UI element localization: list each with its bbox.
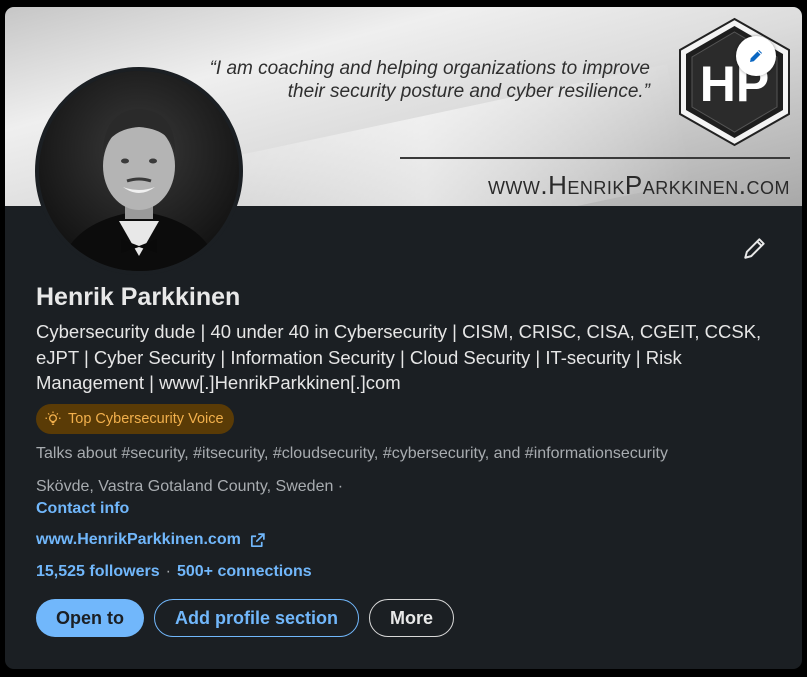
banner-divider	[400, 157, 790, 159]
website-label: www.HenrikParkkinen.com	[36, 531, 241, 548]
connections-link[interactable]: 500+ connections	[177, 563, 312, 581]
avatar-photo	[39, 71, 239, 271]
banner-quote-line1: “I am coaching and helping organizations…	[209, 58, 650, 79]
top-voice-badge[interactable]: Top Cybersecurity Voice	[36, 404, 234, 434]
profile-card: “I am coaching and helping organizations…	[5, 7, 802, 669]
open-to-button[interactable]: Open to	[36, 599, 144, 637]
profile-actions: Open to Add profile section More	[36, 599, 455, 637]
more-button[interactable]: More	[369, 599, 455, 637]
hp-logo: HP	[679, 17, 790, 147]
profile-avatar[interactable]	[35, 67, 243, 275]
network-stats: 15,525 followers · 500+ connections	[36, 563, 312, 581]
website-link[interactable]: www.HenrikParkkinen.com	[36, 531, 266, 549]
pencil-icon	[744, 238, 765, 259]
talks-about: Talks about #security, #itsecurity, #clo…	[36, 445, 668, 462]
profile-location: Skövde, Vastra Gotaland County, Sweden ·	[36, 478, 344, 495]
lightbulb-icon	[45, 411, 61, 425]
badge-label: Top Cybersecurity Voice	[68, 411, 224, 427]
pencil-icon	[750, 50, 762, 62]
followers-link[interactable]: 15,525 followers	[36, 563, 160, 581]
edit-intro-button[interactable]	[738, 231, 772, 265]
stats-separator: ·	[165, 563, 171, 580]
add-profile-section-button[interactable]: Add profile section	[154, 599, 360, 637]
banner-url: www.HenrikParkkinen.com	[487, 170, 790, 200]
contact-info-link[interactable]: Contact info	[36, 500, 129, 518]
profile-headline: Cybersecurity dude | 40 under 40 in Cybe…	[36, 321, 762, 393]
edit-banner-button[interactable]	[736, 36, 776, 76]
profile-name: Henrik Parkkinen	[36, 283, 241, 311]
external-link-icon	[250, 532, 265, 547]
